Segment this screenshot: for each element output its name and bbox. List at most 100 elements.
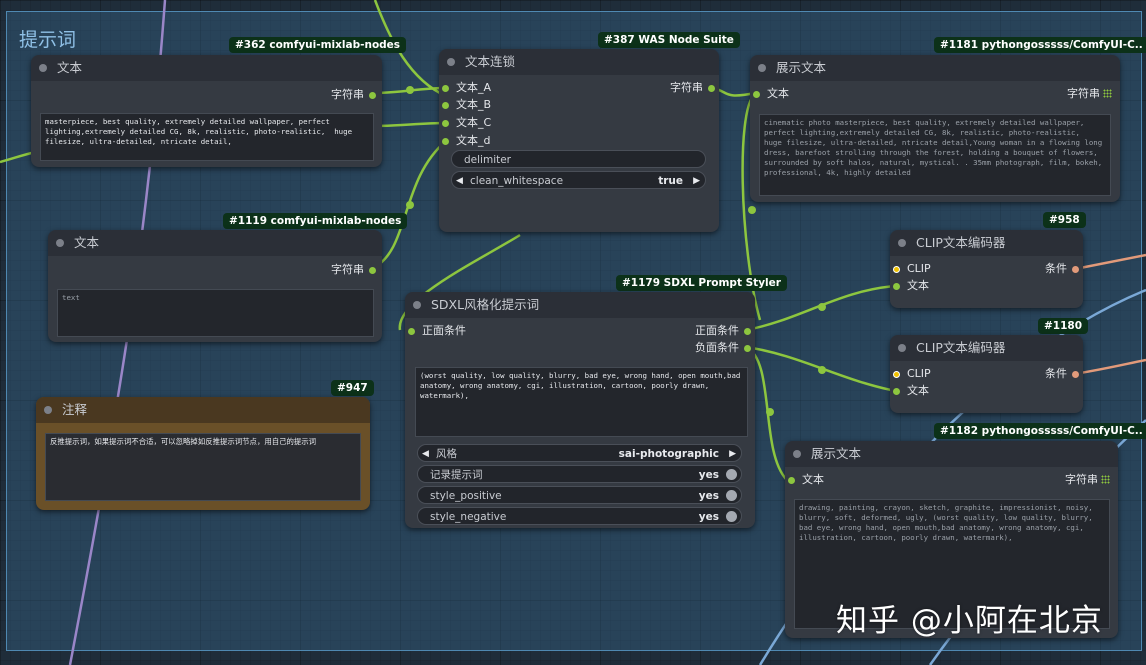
style-negative-toggle[interactable]: style_negative yes <box>417 507 742 525</box>
list-output-icon[interactable] <box>1101 475 1110 484</box>
node-badge: #1181 pythongosssss/ComfyUI-C.. <box>934 37 1146 53</box>
output-dot-icon[interactable] <box>1072 266 1079 273</box>
node-title-bar[interactable]: 展示文本 <box>785 441 1118 467</box>
collapse-dot-icon[interactable] <box>758 64 766 72</box>
input-port-text-b[interactable]: 文本_B <box>442 97 492 113</box>
output-port-conditioning[interactable]: 条件 <box>1045 261 1079 277</box>
output-port-string[interactable]: 字符串 <box>331 87 376 103</box>
output-textarea[interactable]: cinematic photo masterpiece, best qualit… <box>759 114 1111 196</box>
collapse-dot-icon[interactable] <box>56 239 64 247</box>
collapse-dot-icon[interactable] <box>44 406 52 414</box>
output-port-string[interactable]: 字符串 <box>1067 86 1112 102</box>
sdxl-prompt-styler-node-1179[interactable]: SDXL风格化提示词 正面条件 正面条件 负面条件 (worst quality… <box>405 292 755 528</box>
output-port-negative[interactable]: 负面条件 <box>695 340 751 356</box>
show-text-node-1181[interactable]: 展示文本 文本 字符串 cinematic photo masterpiece,… <box>750 55 1120 202</box>
text-node-362[interactable]: 文本 字符串 masterpiece, best quality, extrem… <box>31 55 382 167</box>
toggle-knob-icon[interactable] <box>726 469 737 480</box>
input-port-text[interactable]: 文本 <box>893 278 929 294</box>
arrow-right-icon[interactable]: ▶ <box>729 445 736 463</box>
port-label: 文本_B <box>456 98 492 111</box>
toggle-knob-icon[interactable] <box>726 511 737 522</box>
node-title: CLIP文本编码器 <box>916 235 1006 250</box>
output-port-conditioning[interactable]: 条件 <box>1045 366 1079 382</box>
input-port-text-a[interactable]: 文本_A <box>442 80 491 96</box>
node-title-bar[interactable]: 注释 <box>36 397 370 423</box>
widget-value: yes <box>698 469 719 481</box>
node-title-bar[interactable]: 文本 <box>31 55 382 81</box>
node-title: 注释 <box>62 402 88 417</box>
input-port-positive[interactable]: 正面条件 <box>408 323 466 339</box>
widget-value: yes <box>698 511 719 523</box>
output-port-positive[interactable]: 正面条件 <box>695 323 751 339</box>
collapse-dot-icon[interactable] <box>793 450 801 458</box>
input-dot-icon[interactable] <box>442 120 449 127</box>
node-title: 文本 <box>57 60 83 75</box>
port-label: 文本 <box>767 87 789 100</box>
note-textarea[interactable]: 反推提示词，如果提示词不合适，可以忽略掉如反推提示词节点，用自己的提示词 <box>45 433 361 501</box>
collapse-dot-icon[interactable] <box>447 58 455 66</box>
collapse-dot-icon[interactable] <box>898 239 906 247</box>
node-title-bar[interactable]: 文本 <box>48 230 382 256</box>
output-dot-icon[interactable] <box>708 85 715 92</box>
output-dot-icon[interactable] <box>1072 371 1079 378</box>
log-prompt-toggle[interactable]: 记录提示词 yes <box>417 465 742 483</box>
prompt-textarea[interactable]: text <box>57 289 374 337</box>
input-dot-icon[interactable] <box>893 266 900 273</box>
negative-textarea[interactable]: (worst quality, low quality, blurry, bad… <box>415 367 748 437</box>
prompt-textarea[interactable]: masterpiece, best quality, extremely det… <box>40 113 374 161</box>
collapse-dot-icon[interactable] <box>39 64 47 72</box>
input-port-text-c[interactable]: 文本_C <box>442 115 492 131</box>
input-dot-icon[interactable] <box>893 371 900 378</box>
group-title[interactable]: 提示词 <box>19 25 76 52</box>
port-label: 文本 <box>907 384 929 397</box>
arrow-left-icon[interactable]: ◀ <box>422 445 429 463</box>
output-dot-icon[interactable] <box>744 328 751 335</box>
clean-whitespace-combo[interactable]: ◀ clean_whitespace true ▶ <box>451 171 706 189</box>
text-concat-node-387[interactable]: 文本连锁 文本_A 文本_B 文本_C 文本_d 字符串 delimiter ◀… <box>439 49 719 232</box>
port-label: 字符串 <box>1067 87 1100 100</box>
input-dot-icon[interactable] <box>893 283 900 290</box>
style-positive-toggle[interactable]: style_positive yes <box>417 486 742 504</box>
input-dot-icon[interactable] <box>442 138 449 145</box>
node-title: 文本 <box>74 235 100 250</box>
input-port-clip[interactable]: CLIP <box>893 261 931 277</box>
node-title-bar[interactable]: 展示文本 <box>750 55 1120 81</box>
node-title: SDXL风格化提示词 <box>431 297 540 312</box>
node-title-bar[interactable]: CLIP文本编码器 <box>890 230 1083 256</box>
list-output-icon[interactable] <box>1103 89 1112 98</box>
note-node-947[interactable]: 注释 反推提示词，如果提示词不合适，可以忽略掉如反推提示词节点，用自己的提示词 <box>36 397 370 510</box>
style-combo[interactable]: ◀ 风格 sai-photographic ▶ <box>417 444 742 462</box>
input-dot-icon[interactable] <box>442 85 449 92</box>
output-dot-icon[interactable] <box>369 267 376 274</box>
port-label: 文本_C <box>456 116 492 129</box>
node-title-bar[interactable]: CLIP文本编码器 <box>890 335 1083 361</box>
collapse-dot-icon[interactable] <box>898 344 906 352</box>
port-label: 条件 <box>1045 367 1067 380</box>
input-dot-icon[interactable] <box>788 477 795 484</box>
input-port-text[interactable]: 文本 <box>753 86 789 102</box>
clip-text-encode-node-1180[interactable]: CLIP文本编码器 CLIP 文本 条件 <box>890 335 1083 413</box>
arrow-left-icon[interactable]: ◀ <box>456 172 463 190</box>
output-dot-icon[interactable] <box>744 345 751 352</box>
clip-text-encode-node-958[interactable]: CLIP文本编码器 CLIP 文本 条件 <box>890 230 1083 308</box>
input-port-text[interactable]: 文本 <box>893 383 929 399</box>
toggle-knob-icon[interactable] <box>726 490 737 501</box>
arrow-right-icon[interactable]: ▶ <box>693 172 700 190</box>
text-node-1119[interactable]: 文本 字符串 text <box>48 230 382 342</box>
input-dot-icon[interactable] <box>753 91 760 98</box>
input-port-clip[interactable]: CLIP <box>893 366 931 382</box>
output-port-string[interactable]: 字符串 <box>670 80 715 96</box>
port-label: 字符串 <box>670 81 703 94</box>
node-title-bar[interactable]: 文本连锁 <box>439 49 719 75</box>
node-title-bar[interactable]: SDXL风格化提示词 <box>405 292 755 318</box>
delimiter-input[interactable]: delimiter <box>451 150 706 168</box>
output-port-string[interactable]: 字符串 <box>331 262 376 278</box>
output-port-string[interactable]: 字符串 <box>1065 472 1110 488</box>
input-dot-icon[interactable] <box>442 102 449 109</box>
output-dot-icon[interactable] <box>369 92 376 99</box>
input-dot-icon[interactable] <box>893 388 900 395</box>
collapse-dot-icon[interactable] <box>413 301 421 309</box>
input-port-text-d[interactable]: 文本_d <box>442 133 490 149</box>
input-port-text[interactable]: 文本 <box>788 472 824 488</box>
input-dot-icon[interactable] <box>408 328 415 335</box>
